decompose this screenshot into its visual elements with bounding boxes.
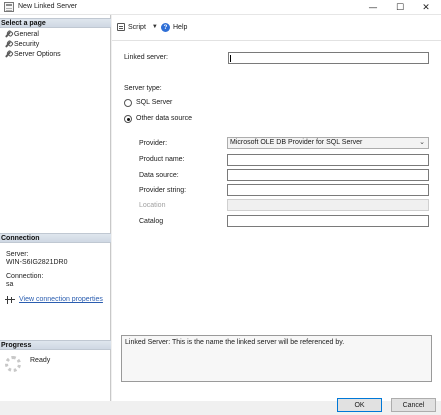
connection-label: Connection: xyxy=(6,273,44,280)
toolbar: Script ▼ ? Help xyxy=(112,15,441,41)
catalog-label: Catalog xyxy=(139,218,164,225)
progress-header: Progress xyxy=(0,340,111,350)
provider-string-label: Provider string: xyxy=(139,187,187,194)
other-data-source-option-label[interactable]: Other data source xyxy=(136,115,192,122)
provider-string-input[interactable] xyxy=(227,184,429,196)
app-icon xyxy=(4,2,14,12)
server-label: Server: xyxy=(6,251,29,258)
page-item-label: Security xyxy=(14,40,40,48)
script-icon xyxy=(117,23,125,31)
page-item-security[interactable]: Security xyxy=(4,39,39,49)
catalog-input[interactable] xyxy=(227,215,429,227)
provider-label: Provider: xyxy=(139,140,168,147)
script-label: Script xyxy=(128,23,146,31)
ok-button[interactable]: OK xyxy=(337,398,382,412)
cancel-button[interactable]: Cancel xyxy=(391,398,436,412)
left-pane: Select a page General Security Server Op… xyxy=(0,15,111,401)
progress-status: Ready xyxy=(30,357,51,364)
linked-server-input[interactable] xyxy=(228,52,429,64)
description-box: Linked Server: This is the name the link… xyxy=(121,335,432,382)
progress-spinner-icon xyxy=(5,356,21,372)
view-connection-link-text: View connection properties xyxy=(19,296,103,303)
wrench-icon xyxy=(4,41,11,48)
script-button[interactable]: Script ▼ xyxy=(117,23,158,31)
connection-icon xyxy=(5,296,15,304)
sql-server-option-label[interactable]: SQL Server xyxy=(136,99,172,106)
maximize-button[interactable]: ☐ xyxy=(387,0,413,15)
close-button[interactable]: ✕ xyxy=(413,0,439,15)
connection-header: Connection xyxy=(0,233,111,243)
data-source-input[interactable] xyxy=(227,169,429,181)
server-value: WIN-S6IG2821DR0 xyxy=(6,259,68,266)
help-icon: ? xyxy=(161,23,170,32)
minimize-button[interactable]: — xyxy=(360,0,386,15)
window-title: New Linked Server xyxy=(18,3,78,10)
page-item-label: Server Options xyxy=(14,50,61,58)
provider-value: Microsoft OLE DB Provider for SQL Server xyxy=(230,139,363,146)
help-button[interactable]: ? Help xyxy=(161,23,187,32)
provider-dropdown[interactable]: Microsoft OLE DB Provider for SQL Server… xyxy=(227,137,429,149)
help-label: Help xyxy=(173,24,188,31)
server-type-label: Server type: xyxy=(124,85,162,92)
location-label: Location xyxy=(139,202,166,209)
product-name-input[interactable] xyxy=(227,154,429,166)
connection-value: sa xyxy=(6,281,14,288)
page-item-label: General xyxy=(14,30,39,38)
location-input xyxy=(227,199,429,211)
data-source-label: Data source: xyxy=(139,172,179,179)
view-connection-properties-link[interactable]: View connection properties xyxy=(19,296,103,303)
linked-server-label: Linked server: xyxy=(124,54,168,61)
wrench-icon xyxy=(4,51,11,58)
chevron-down-icon[interactable]: ▼ xyxy=(152,24,158,30)
other-data-source-radio[interactable] xyxy=(124,115,132,123)
select-page-header: Select a page xyxy=(0,18,111,28)
product-name-label: Product name: xyxy=(139,156,185,163)
page-item-general[interactable]: General xyxy=(4,29,39,39)
page-item-server-options[interactable]: Server Options xyxy=(4,49,61,59)
text-caret xyxy=(230,55,231,62)
chevron-down-icon: ⌄ xyxy=(419,139,425,146)
wrench-icon xyxy=(4,31,11,38)
sql-server-radio[interactable] xyxy=(124,99,132,107)
